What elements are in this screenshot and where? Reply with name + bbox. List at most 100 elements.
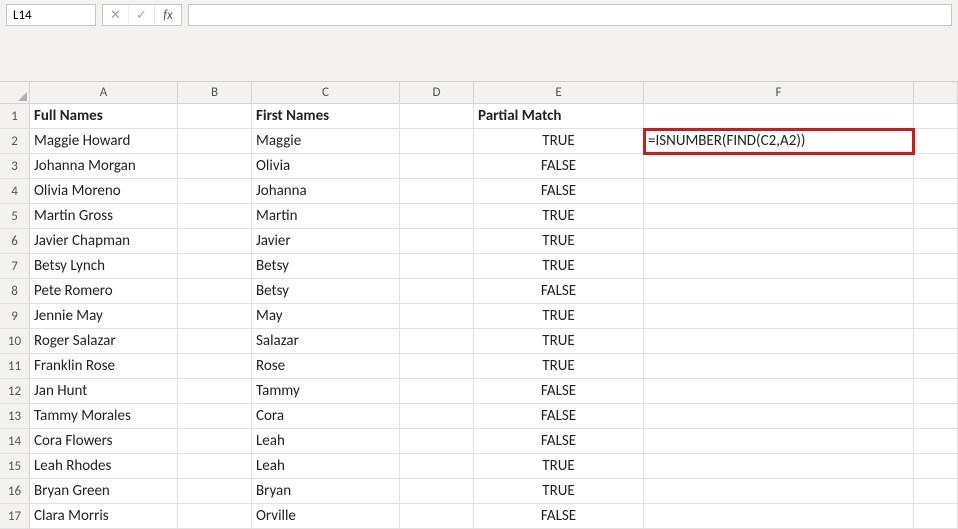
cell-E4[interactable]: FALSE	[474, 179, 644, 204]
cell-D5[interactable]	[400, 204, 474, 229]
cell-F8[interactable]	[644, 279, 914, 304]
cell-A16[interactable]: Bryan Green	[30, 479, 178, 504]
cell-A3[interactable]: Johanna Morgan	[30, 154, 178, 179]
cell-B4[interactable]	[178, 179, 252, 204]
cell-B8[interactable]	[178, 279, 252, 304]
row-header-1[interactable]: 1	[0, 104, 30, 129]
row-header-15[interactable]: 15	[0, 454, 30, 479]
cell-C1[interactable]: First Names	[252, 104, 400, 129]
cell-D7[interactable]	[400, 254, 474, 279]
cell-E3[interactable]: FALSE	[474, 154, 644, 179]
cell-C12[interactable]: Tammy	[252, 379, 400, 404]
cell-F13[interactable]	[644, 404, 914, 429]
cell-E11[interactable]: TRUE	[474, 354, 644, 379]
row-header-16[interactable]: 16	[0, 479, 30, 504]
cell-D13[interactable]	[400, 404, 474, 429]
cell-B3[interactable]	[178, 154, 252, 179]
row-header-14[interactable]: 14	[0, 429, 30, 454]
cell-B5[interactable]	[178, 204, 252, 229]
col-header-C[interactable]: C	[252, 82, 400, 104]
formula-enter-icon[interactable]: ✓	[129, 5, 155, 25]
cell-F5[interactable]	[644, 204, 914, 229]
cell-D6[interactable]	[400, 229, 474, 254]
cell-F2[interactable]: =ISNUMBER(FIND(C2,A2))	[644, 129, 914, 154]
col-header-E[interactable]: E	[474, 82, 644, 104]
cell-D3[interactable]	[400, 154, 474, 179]
cell-F7[interactable]	[644, 254, 914, 279]
cell-D14[interactable]	[400, 429, 474, 454]
cell-B10[interactable]	[178, 329, 252, 354]
row-header-13[interactable]: 13	[0, 404, 30, 429]
cell-F1[interactable]	[644, 104, 914, 129]
cell-G15[interactable]	[914, 454, 958, 479]
cell-A12[interactable]: Jan Hunt	[30, 379, 178, 404]
cell-D2[interactable]	[400, 129, 474, 154]
cell-D9[interactable]	[400, 304, 474, 329]
row-header-12[interactable]: 12	[0, 379, 30, 404]
cell-E13[interactable]: FALSE	[474, 404, 644, 429]
cell-E7[interactable]: TRUE	[474, 254, 644, 279]
cell-F9[interactable]	[644, 304, 914, 329]
cell-G4[interactable]	[914, 179, 958, 204]
cell-D1[interactable]	[400, 104, 474, 129]
name-box[interactable]	[6, 4, 96, 26]
cell-F6[interactable]	[644, 229, 914, 254]
cell-F12[interactable]	[644, 379, 914, 404]
row-header-9[interactable]: 9	[0, 304, 30, 329]
row-header-11[interactable]: 11	[0, 354, 30, 379]
cell-G9[interactable]	[914, 304, 958, 329]
cell-D4[interactable]	[400, 179, 474, 204]
cell-E5[interactable]: TRUE	[474, 204, 644, 229]
cell-G5[interactable]	[914, 204, 958, 229]
cell-E15[interactable]: TRUE	[474, 454, 644, 479]
cell-F16[interactable]	[644, 479, 914, 504]
cell-G7[interactable]	[914, 254, 958, 279]
row-header-2[interactable]: 2	[0, 129, 30, 154]
cell-D10[interactable]	[400, 329, 474, 354]
cell-F10[interactable]	[644, 329, 914, 354]
cell-F15[interactable]	[644, 454, 914, 479]
cell-B12[interactable]	[178, 379, 252, 404]
cell-B6[interactable]	[178, 229, 252, 254]
cell-E1[interactable]: Partial Match	[474, 104, 644, 129]
cell-F11[interactable]	[644, 354, 914, 379]
cell-C15[interactable]: Leah	[252, 454, 400, 479]
col-header-D[interactable]: D	[400, 82, 474, 104]
col-header-F[interactable]: F	[644, 82, 914, 104]
cell-A15[interactable]: Leah Rhodes	[30, 454, 178, 479]
select-all-corner[interactable]	[0, 82, 30, 104]
cell-E2[interactable]: TRUE	[474, 129, 644, 154]
row-header-4[interactable]: 4	[0, 179, 30, 204]
formula-input[interactable]	[188, 4, 952, 26]
cell-C8[interactable]: Betsy	[252, 279, 400, 304]
cell-D15[interactable]	[400, 454, 474, 479]
cell-A13[interactable]: Tammy Morales	[30, 404, 178, 429]
cell-B9[interactable]	[178, 304, 252, 329]
cell-F14[interactable]	[644, 429, 914, 454]
cell-A6[interactable]: Javier Chapman	[30, 229, 178, 254]
cell-G10[interactable]	[914, 329, 958, 354]
cell-C9[interactable]: May	[252, 304, 400, 329]
col-header-extra[interactable]	[914, 82, 958, 104]
row-header-8[interactable]: 8	[0, 279, 30, 304]
cell-A7[interactable]: Betsy Lynch	[30, 254, 178, 279]
cell-G13[interactable]	[914, 404, 958, 429]
cell-C5[interactable]: Martin	[252, 204, 400, 229]
cell-C7[interactable]: Betsy	[252, 254, 400, 279]
cell-G6[interactable]	[914, 229, 958, 254]
cell-F4[interactable]	[644, 179, 914, 204]
cell-A14[interactable]: Cora Flowers	[30, 429, 178, 454]
cell-A4[interactable]: Olivia Moreno	[30, 179, 178, 204]
cell-C16[interactable]: Bryan	[252, 479, 400, 504]
cell-D11[interactable]	[400, 354, 474, 379]
cell-A5[interactable]: Martin Gross	[30, 204, 178, 229]
row-header-10[interactable]: 10	[0, 329, 30, 354]
cell-B1[interactable]	[178, 104, 252, 129]
cell-C6[interactable]: Javier	[252, 229, 400, 254]
cell-G14[interactable]	[914, 429, 958, 454]
cell-A8[interactable]: Pete Romero	[30, 279, 178, 304]
cell-G12[interactable]	[914, 379, 958, 404]
cell-B11[interactable]	[178, 354, 252, 379]
row-header-3[interactable]: 3	[0, 154, 30, 179]
cell-C13[interactable]: Cora	[252, 404, 400, 429]
